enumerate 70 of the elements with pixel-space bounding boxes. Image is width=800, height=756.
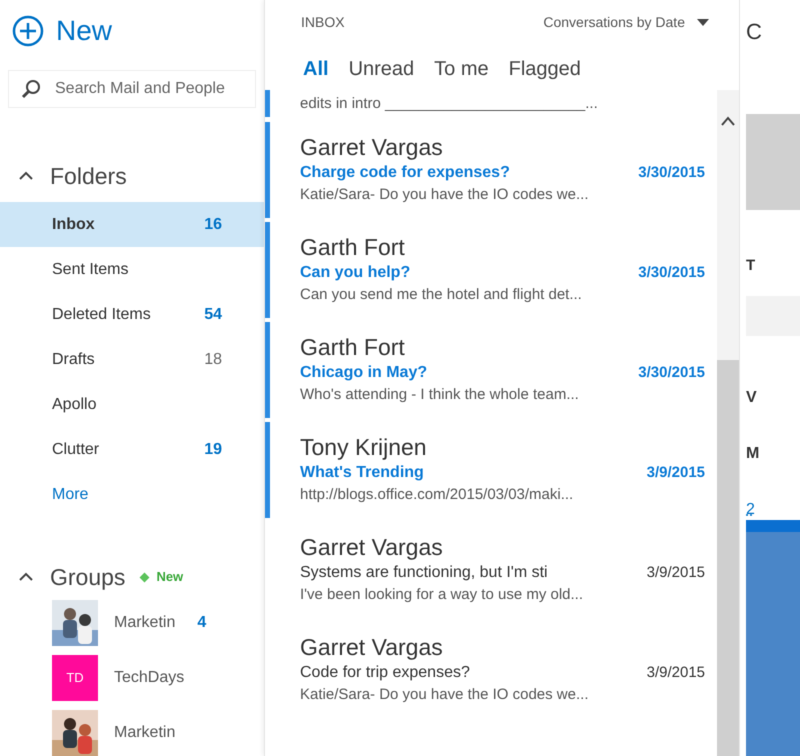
message-item[interactable]: Garret Vargas Code for trip expenses? 3/9/2015 Katie/Sara- Do you have the IO codes we... bbox=[265, 622, 717, 722]
message-preview: edits in intro ________________________... bbox=[299, 94, 598, 114]
sender-name: Garth Fort bbox=[300, 333, 406, 362]
message-date: 3/30/2015 bbox=[638, 362, 705, 383]
folder-item[interactable]: Clutter 19 bbox=[0, 427, 264, 472]
sender-name: Tony Krijnen bbox=[300, 433, 428, 462]
reading-title: C bbox=[746, 18, 763, 46]
sender-name: Garret Vargas bbox=[300, 633, 444, 662]
group-item[interactable]: Marketin 4 bbox=[0, 599, 264, 646]
sender-name: Garret Vargas bbox=[300, 533, 444, 562]
more-link[interactable]: More bbox=[52, 472, 88, 517]
unread-count: 18 bbox=[204, 350, 222, 370]
message-item[interactable]: Garth Fort Can you help? 3/30/2015 Can you send me the hotel and flight det... bbox=[265, 222, 717, 322]
folder-item[interactable]: Deleted Items 54 bbox=[0, 292, 264, 337]
filter-tab[interactable]: Unread bbox=[348, 54, 414, 80]
unread-count: 19 bbox=[204, 440, 222, 460]
folder-item[interactable]: Apollo bbox=[0, 382, 264, 427]
message-date: 3/9/2015 bbox=[646, 562, 705, 583]
message-subject: Charge code for expenses? bbox=[300, 163, 510, 183]
message-preview: Can you send me the hotel and flight det... bbox=[300, 285, 583, 305]
folder-item[interactable]: Sent Items bbox=[0, 247, 264, 292]
folder-item[interactable]: Inbox 16 bbox=[0, 202, 264, 247]
search-icon bbox=[20, 78, 42, 100]
message-date: 3/30/2015 bbox=[638, 262, 705, 283]
message-preview: Who's attending - I think the whole team... bbox=[300, 385, 580, 405]
sender-name: Garret Vargas bbox=[300, 133, 444, 162]
message-item[interactable]: Garth Fort Chicago in May? 3/30/2015 Who's attending - I think the whole team... bbox=[265, 322, 717, 422]
unread-count: 4 bbox=[197, 612, 206, 632]
sender-name: Garth Fort bbox=[300, 233, 406, 262]
new-button[interactable]: New bbox=[12, 10, 112, 52]
date-link[interactable]: 2 bbox=[746, 500, 755, 520]
search-field[interactable]: Search Mail and People bbox=[8, 70, 256, 108]
scroll-up-icon[interactable] bbox=[720, 116, 736, 126]
field-label: V bbox=[746, 388, 758, 408]
group-avatar: TD bbox=[52, 654, 98, 700]
unread-count: 54 bbox=[204, 304, 222, 324]
collapse-icon[interactable] bbox=[18, 572, 34, 582]
filter-tab[interactable]: Flagged bbox=[508, 54, 581, 80]
message-subject: Chicago in May? bbox=[300, 363, 428, 383]
caret-icon bbox=[697, 18, 709, 26]
section-heading: Folders bbox=[50, 162, 127, 191]
message-preview: http://blogs.office.com/2015/03/03/maki... bbox=[300, 485, 574, 505]
message-subject: What's Trending bbox=[300, 463, 424, 483]
new-badge: New bbox=[141, 567, 184, 587]
filter-tab[interactable]: All bbox=[303, 54, 329, 80]
message-preview: Katie/Sara- Do you have the IO codes we... bbox=[300, 185, 590, 205]
message-subject: Systems are functioning, but I'm sti bbox=[300, 563, 548, 583]
message-item[interactable]: Garret Vargas Charge code for expenses? 3/30/2015 Katie/Sara- Do you have the IO codes we... bbox=[265, 122, 717, 222]
message-preview: Katie/Sara- Do you have the IO codes we... bbox=[300, 685, 590, 705]
message-preview: I've been looking for a way to use my old... bbox=[300, 585, 584, 605]
message-item[interactable]: Garret Vargas Systems are functioning, but I'm sti 3/9/2015 I've been looking for a way to use my old... bbox=[265, 522, 717, 622]
group-item[interactable]: TD TechDays bbox=[0, 654, 264, 701]
collapse-icon[interactable] bbox=[18, 171, 34, 181]
message-date: 3/9/2015 bbox=[646, 662, 705, 683]
folder-item[interactable]: Drafts 18 bbox=[0, 337, 264, 382]
folder-title: INBOX bbox=[301, 12, 345, 32]
group-item[interactable]: Marketin bbox=[0, 709, 264, 756]
filter-tab[interactable]: To me bbox=[434, 54, 489, 80]
field-label: M bbox=[746, 444, 760, 464]
scroll-bar[interactable] bbox=[717, 90, 739, 756]
unread-count: 16 bbox=[204, 214, 222, 234]
message-item[interactable]: Tony Krijnen What's Trending 3/9/2015 http://blogs.office.com/2015/03/03/maki... bbox=[265, 422, 717, 522]
section-heading: Groups bbox=[50, 562, 126, 592]
message-subject: Can you help? bbox=[300, 263, 410, 283]
message-subject: Code for trip expenses? bbox=[300, 663, 470, 683]
sort-dropdown[interactable]: Conversations by Date bbox=[543, 12, 709, 32]
message-date: 3/30/2015 bbox=[638, 162, 705, 183]
field-label: T bbox=[746, 256, 756, 276]
message-date: 3/9/2015 bbox=[646, 462, 705, 483]
plus-icon bbox=[12, 15, 44, 47]
